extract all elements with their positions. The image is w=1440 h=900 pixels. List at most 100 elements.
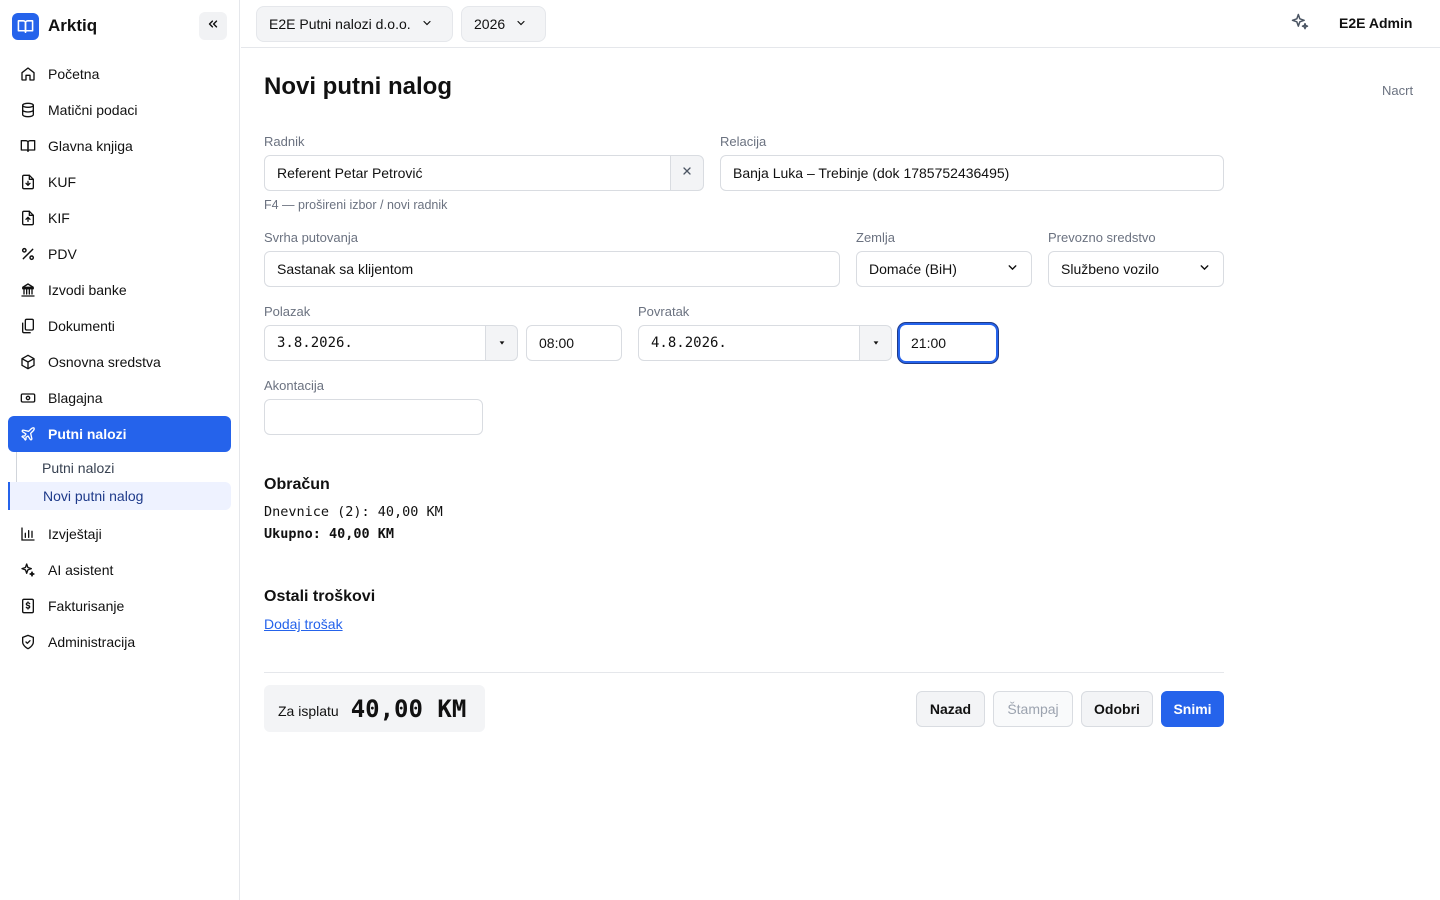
sidebar-item-label: Osnovna sredstva: [48, 354, 161, 370]
relacija-input[interactable]: Banja Luka – Trebinje (dok 1785752436495…: [720, 155, 1224, 191]
sidebar-item-pocetna[interactable]: Početna: [8, 56, 231, 92]
sidebar-subnav: Putni nalozi Novi putni nalog: [8, 452, 231, 510]
sparkles-icon: [20, 562, 36, 578]
sidebar-item-label: Administracija: [48, 634, 136, 650]
caret-down-icon: [872, 334, 880, 352]
radnik-label: Radnik: [264, 134, 305, 149]
back-button[interactable]: Nazad: [916, 691, 985, 727]
sidebar-item-label: Blagajna: [48, 390, 103, 406]
povratak-time-input[interactable]: 21:00: [898, 323, 998, 363]
prevozno-label: Prevozno sredstvo: [1048, 230, 1156, 245]
zemlja-label: Zemlja: [856, 230, 896, 245]
percent-icon: [20, 246, 36, 262]
sidebar-item-izvodi-banke[interactable]: Izvodi banke: [8, 272, 231, 308]
svrha-input[interactable]: Sastanak sa klijentom: [264, 251, 840, 287]
polazak-label: Polazak: [264, 304, 311, 319]
chevrons-left-icon: [206, 17, 220, 36]
file-in-icon: [20, 174, 36, 190]
sidebar-item-pdv[interactable]: PDV: [8, 236, 231, 272]
sidebar-item-kuf[interactable]: KUF: [8, 164, 231, 200]
sidebar: Arktiq Početna Matični podaci Glavna knj…: [0, 0, 240, 900]
chevron-down-icon: [1006, 261, 1019, 277]
ai-assistant-button[interactable]: [1289, 13, 1311, 35]
chevron-down-icon: [1198, 261, 1211, 277]
cash-icon: [20, 390, 36, 406]
sidebar-item-label: Izvodi banke: [48, 282, 127, 298]
sidebar-item-maticni-podaci[interactable]: Matični podaci: [8, 92, 231, 128]
file-out-icon: [20, 210, 36, 226]
povratak-label: Povratak: [638, 304, 690, 319]
povratak-date-input[interactable]: 4.8.2026.: [638, 325, 860, 361]
sidebar-item-blagajna[interactable]: Blagajna: [8, 380, 231, 416]
divider: [264, 672, 1224, 673]
sidebar-subitem-novi-putni-nalog[interactable]: Novi putni nalog: [8, 482, 231, 510]
invoice-icon: [20, 598, 36, 614]
sidebar-item-glavna-knjiga[interactable]: Glavna knjiga: [8, 128, 231, 164]
sparkles-icon: [1290, 12, 1310, 37]
database-icon: [20, 102, 36, 118]
sidebar-item-label: Putni nalozi: [48, 426, 127, 442]
sidebar-item-label: PDV: [48, 246, 77, 262]
sidebar-item-label: Dokumenti: [48, 318, 115, 334]
home-icon: [20, 66, 36, 82]
ostali-troskovi-title: Ostali troškovi: [264, 588, 376, 605]
total-label: Za isplatu: [278, 703, 339, 719]
prevozno-select[interactable]: Službeno vozilo: [1048, 251, 1224, 287]
total-value: 40,00 KM: [350, 694, 467, 723]
sidebar-item-label: Glavna knjiga: [48, 138, 133, 154]
save-button[interactable]: Snimi: [1161, 691, 1224, 727]
relacija-label: Relacija: [720, 134, 767, 149]
sidebar-item-fakturisanje[interactable]: Fakturisanje: [8, 588, 231, 624]
print-button[interactable]: Štampaj: [993, 691, 1073, 727]
bank-icon: [20, 282, 36, 298]
year-select[interactable]: 2026: [461, 6, 546, 42]
collapse-sidebar-button[interactable]: [199, 12, 227, 40]
sidebar-item-label: KUF: [48, 174, 76, 190]
polazak-date-input[interactable]: 3.8.2026.: [264, 325, 486, 361]
company-select[interactable]: E2E Putni nalozi d.o.o.: [256, 6, 453, 42]
akontacija-label: Akontacija: [264, 378, 324, 393]
dnevnice-line: Dnevnice (2): 40,00 KM: [264, 504, 443, 520]
polazak-date-picker-button[interactable]: [485, 325, 518, 361]
prevozno-select-value: Službeno vozilo: [1061, 261, 1160, 277]
bar-chart-icon: [20, 526, 36, 542]
chevron-down-icon: [515, 16, 527, 32]
sidebar-item-label: Izvještaji: [48, 526, 102, 542]
year-select-value: 2026: [474, 16, 506, 32]
company-select-value: E2E Putni nalozi d.o.o.: [269, 16, 411, 32]
sidebar-item-label: AI asistent: [48, 562, 114, 578]
sidebar-item-osnovna-sredstva[interactable]: Osnovna sredstva: [8, 344, 231, 380]
sidebar-item-label: KIF: [48, 210, 70, 226]
brand[interactable]: Arktiq: [12, 12, 97, 40]
akontacija-input[interactable]: [264, 399, 483, 435]
status-badge: Nacrt: [1382, 83, 1414, 98]
user-menu[interactable]: E2E Admin: [1339, 15, 1412, 31]
book-open-icon: [12, 12, 39, 40]
polazak-time-input[interactable]: 08:00: [526, 325, 622, 361]
shield-icon: [20, 634, 36, 650]
close-icon: [681, 164, 693, 182]
ukupno-line: Ukupno: 40,00 KM: [264, 526, 395, 542]
radnik-input[interactable]: Referent Petar Petrović: [264, 155, 671, 191]
sidebar-subitem-putni-nalozi[interactable]: Putni nalozi: [8, 454, 231, 482]
sidebar-item-izvjestaji[interactable]: Izvještaji: [8, 516, 231, 552]
book-icon: [20, 138, 36, 154]
chevron-down-icon: [421, 16, 433, 32]
sidebar-item-putni-nalozi[interactable]: Putni nalozi: [8, 416, 231, 452]
page-title: Novi putni nalog: [264, 73, 452, 100]
sidebar-item-ai-asistent[interactable]: AI asistent: [8, 552, 231, 588]
povratak-date-picker-button[interactable]: [859, 325, 892, 361]
sidebar-item-dokumenti[interactable]: Dokumenti: [8, 308, 231, 344]
sidebar-item-administracija[interactable]: Administracija: [8, 624, 231, 660]
zemlja-select[interactable]: Domaće (BiH): [856, 251, 1032, 287]
sidebar-item-label: Matični podaci: [48, 102, 138, 118]
total-box: Za isplatu 40,00 KM: [264, 685, 485, 732]
svrha-label: Svrha putovanja: [264, 230, 358, 245]
approve-button[interactable]: Odobri: [1081, 691, 1153, 727]
plane-icon: [20, 426, 36, 442]
add-expense-link[interactable]: Dodaj trošak: [264, 616, 343, 632]
sidebar-item-kif[interactable]: KIF: [8, 200, 231, 236]
clear-radnik-button[interactable]: [670, 155, 704, 191]
documents-icon: [20, 318, 36, 334]
topbar: E2E Putni nalozi d.o.o. 2026 E2E Admin: [241, 0, 1440, 48]
